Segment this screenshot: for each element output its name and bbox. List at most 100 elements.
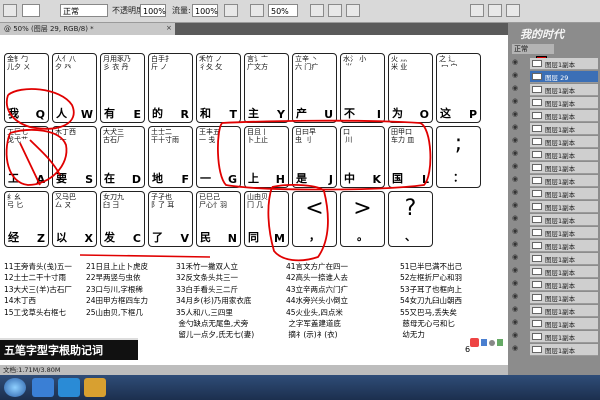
taskbar [0, 375, 600, 400]
layer-row[interactable]: 图层1副本 [530, 188, 598, 200]
layer-name: 图层1副本 [545, 334, 576, 342]
layer-thumbnail [532, 99, 542, 106]
layer-visibility-eye-icon[interactable]: ◉ [512, 266, 526, 278]
layer-thumbnail [532, 307, 542, 314]
layer-visibility-eye-icon[interactable]: ◉ [512, 201, 526, 213]
hand-tool-icon[interactable] [310, 4, 324, 17]
layer-visibility-eye-icon[interactable]: ◉ [512, 279, 526, 291]
restore-icon[interactable] [488, 4, 502, 17]
layer-name: 图层1副本 [545, 113, 576, 121]
layer-thumbnail [532, 229, 542, 236]
layer-thumbnail [532, 60, 542, 67]
layer-row[interactable]: 图层1副本 [530, 97, 598, 109]
brush-tool-icon[interactable] [3, 4, 17, 17]
layer-visibility-eye-icon[interactable]: ◉ [512, 253, 526, 265]
layer-visibility-eye-icon[interactable]: ◉ [512, 58, 526, 70]
layer-visibility-eye-icon[interactable]: ◉ [512, 175, 526, 187]
layer-row[interactable]: 图层1副本 [530, 305, 598, 317]
layer-name: 图层1副本 [545, 230, 576, 238]
layer-visibility-eye-icon[interactable]: ◉ [512, 344, 526, 356]
folder-icon[interactable] [84, 378, 106, 397]
flow-input[interactable]: 100% [192, 4, 218, 17]
layer-name: 图层1副本 [545, 61, 576, 69]
annotation-stroke-circle-nm [267, 184, 329, 262]
layer-row[interactable]: 图层1副本 [530, 318, 598, 330]
annotation-stroke-circle-qw [6, 88, 75, 130]
mode-select[interactable]: 正常 [60, 4, 108, 17]
layer-visibility-eye-icon[interactable]: ◉ [512, 305, 526, 317]
layer-thumbnail [532, 86, 542, 93]
layer-name: 图层1副本 [545, 321, 576, 329]
layer-thumbnail [532, 177, 542, 184]
layer-visibility-eye-icon[interactable]: ◉ [512, 227, 526, 239]
close-icon[interactable] [506, 4, 520, 17]
layer-row[interactable]: 图层1副本 [530, 331, 598, 343]
layer-row[interactable]: 图层1副本 [530, 110, 598, 122]
layer-row[interactable]: 图层1副本 [530, 292, 598, 304]
layer-visibility-eye-icon[interactable]: ◉ [512, 214, 526, 226]
layer-row[interactable]: 图层1副本 [530, 123, 598, 135]
layer-row[interactable]: 图层1副本 [530, 344, 598, 356]
layer-visibility-eye-icon[interactable]: ◉ [512, 162, 526, 174]
layer-visibility-eye-icon[interactable]: ◉ [512, 188, 526, 200]
layer-row[interactable]: 图层1副本 [530, 162, 598, 174]
layer-visibility-eye-icon[interactable]: ◉ [512, 84, 526, 96]
layer-thumbnail [532, 112, 542, 119]
zoom-input[interactable]: 50% [268, 4, 298, 17]
layer-row[interactable]: 图层1副本 [530, 227, 598, 239]
layer-visibility-eye-icon[interactable]: ◉ [512, 331, 526, 343]
hand-drawn-annotations [5, 88, 432, 262]
layer-row[interactable]: 图层1副本 [530, 240, 598, 252]
airbrush-icon[interactable] [224, 4, 238, 17]
layer-name: 图层1副本 [545, 204, 576, 212]
layer-row[interactable]: 图层1副本 [530, 58, 598, 70]
layer-row[interactable]: 图层1副本 [530, 253, 598, 265]
layer-name: 图层1副本 [545, 100, 576, 108]
rotate-view-icon[interactable] [346, 4, 360, 17]
document-tab-title: @ 50% (图层 29, RGB/8) * [4, 25, 94, 33]
opacity-input[interactable]: 100% [140, 4, 166, 17]
blend-mode-select[interactable]: 正常 [512, 44, 554, 54]
layer-visibility-eye-icon[interactable]: ◉ [512, 136, 526, 148]
layer-thumbnail [532, 125, 542, 132]
layer-visibility-eye-icon[interactable]: ◉ [512, 71, 526, 83]
layer-name: 图层1副本 [545, 191, 576, 199]
layer-row[interactable]: 图层 29 [530, 71, 598, 83]
annotation-stroke-underline-h [79, 254, 211, 258]
status-bar: 文档:1.71M/3.80M [0, 365, 508, 375]
layer-thumbnail [532, 190, 542, 197]
layer-visibility-eye-icon[interactable]: ◉ [512, 97, 526, 109]
zoom-tool-icon[interactable] [328, 4, 342, 17]
layer-name: 图层1副本 [545, 217, 576, 225]
layer-row[interactable]: 图层1副本 [530, 279, 598, 291]
layer-name: 图层1副本 [545, 126, 576, 134]
ie-icon[interactable] [32, 378, 54, 397]
tablet-pressure-icon[interactable] [250, 4, 264, 17]
layer-name: 图层1副本 [545, 87, 576, 95]
layer-thumbnail [532, 281, 542, 288]
layer-visibility-eye-icon[interactable]: ◉ [512, 292, 526, 304]
minimize-icon[interactable] [470, 4, 484, 17]
layer-name: 图层1副本 [545, 295, 576, 303]
layer-visibility-eye-icon[interactable]: ◉ [512, 110, 526, 122]
start-button-icon[interactable] [4, 378, 26, 397]
tab-close-icon[interactable]: × [166, 24, 174, 34]
brush-size-picker[interactable] [22, 4, 40, 17]
layer-row[interactable]: 图层1副本 [530, 266, 598, 278]
layer-visibility-eye-icon[interactable]: ◉ [512, 318, 526, 330]
annotation-stroke-scribble-as [5, 128, 68, 186]
layer-row[interactable]: 图层1副本 [530, 149, 598, 161]
layer-visibility-eye-icon[interactable]: ◉ [512, 149, 526, 161]
document-tab[interactable]: @ 50% (图层 29, RGB/8) * [0, 23, 175, 35]
layer-thumbnail [532, 203, 542, 210]
layer-row[interactable]: 图层1副本 [530, 201, 598, 213]
layer-row[interactable]: 图层1副本 [530, 84, 598, 96]
layer-thumbnail [532, 346, 542, 353]
layer-row[interactable]: 图层1副本 [530, 214, 598, 226]
layer-row[interactable]: 图层1副本 [530, 175, 598, 187]
layer-visibility-eye-icon[interactable]: ◉ [512, 123, 526, 135]
layer-row[interactable]: 图层1副本 [530, 136, 598, 148]
photoshop-icon[interactable] [58, 378, 80, 397]
layer-thumbnail [532, 268, 542, 275]
layer-visibility-eye-icon[interactable]: ◉ [512, 240, 526, 252]
